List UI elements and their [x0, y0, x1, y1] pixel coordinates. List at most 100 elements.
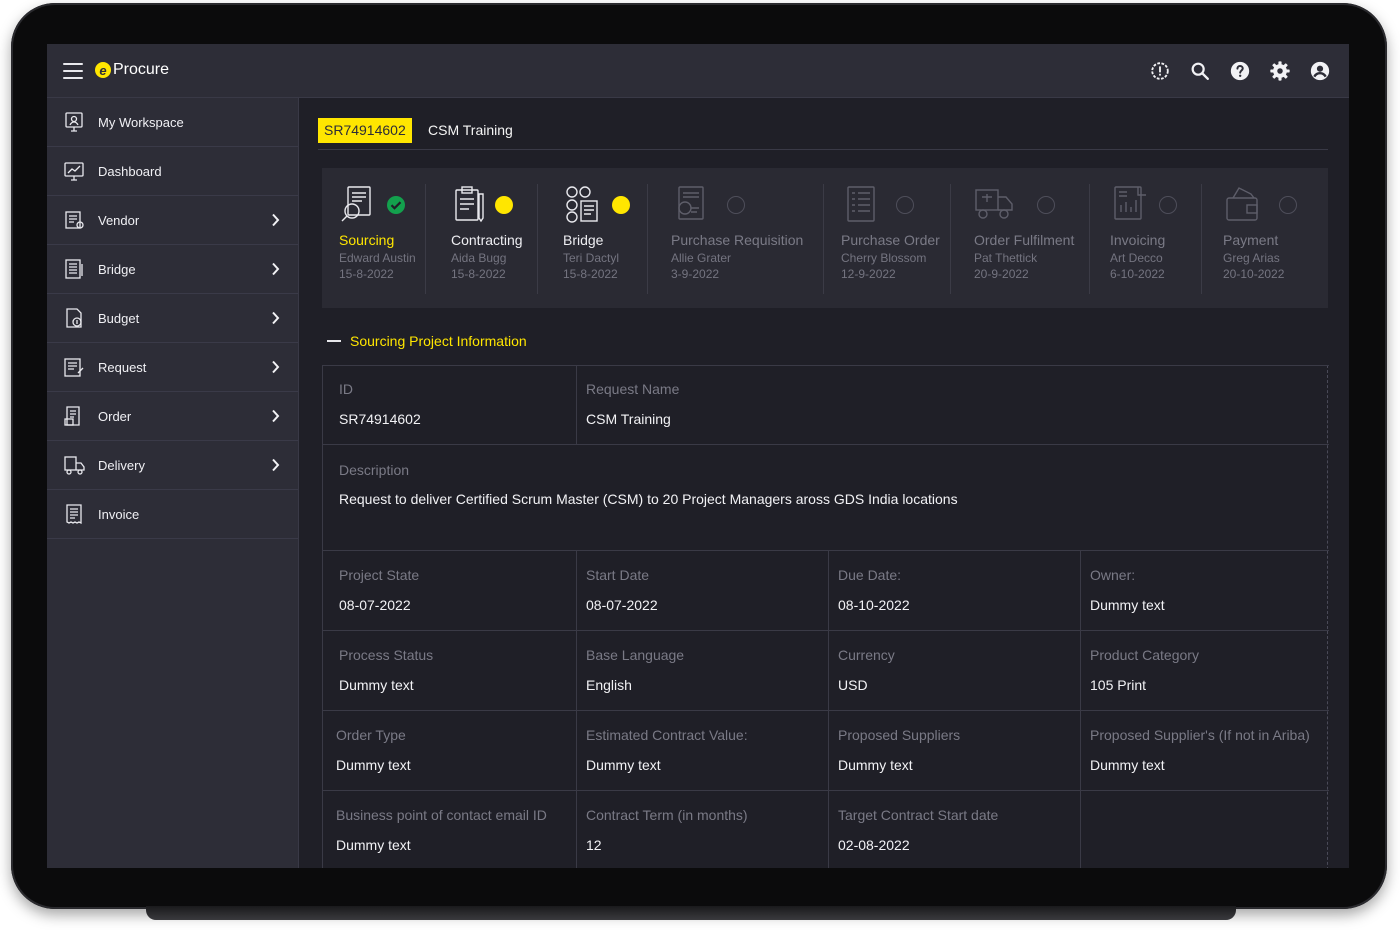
workflow-step-invoicing[interactable]: Invoicing Art Decco 6-10-2022: [1110, 184, 1201, 294]
grid-top-border: [323, 365, 1329, 366]
chevron-right-icon[interactable]: [271, 213, 280, 227]
workflow-step-contracting[interactable]: Contracting Aida Bugg 15-8-2022: [451, 184, 537, 294]
chevron-right-icon[interactable]: [271, 311, 280, 325]
sidebar-item-invoice[interactable]: Invoice: [47, 490, 298, 539]
sidebar-item-label: Delivery: [98, 457, 145, 473]
field-proposed-suppliers: Proposed Suppliers Dummy text: [828, 711, 1080, 791]
field-currency: Currency USD: [828, 631, 1080, 711]
chevron-right-icon[interactable]: [271, 262, 280, 276]
field-due-date: Due Date: 08-10-2022: [828, 551, 1080, 631]
field-label: Target Contract Start date: [838, 807, 999, 823]
step-name: Purchase Order: [841, 232, 940, 248]
request-id-badge: SR74914602: [318, 118, 412, 143]
field-value: SR74914602: [339, 411, 421, 427]
field-value: 02-08-2022: [838, 837, 910, 853]
workflow-step-bridge[interactable]: Bridge Teri Dactyl 15-8-2022: [563, 184, 647, 294]
field-value: Dummy text: [838, 757, 913, 773]
field-value: Request to deliver Certified Scrum Maste…: [339, 491, 958, 507]
sidebar-item-delivery[interactable]: Delivery: [47, 441, 298, 490]
sidebar-item-label: Budget: [98, 310, 140, 326]
app-logo[interactable]: e Procure: [95, 61, 169, 79]
invoice-icon: [66, 504, 82, 525]
sidebar-item-budget[interactable]: Budget: [47, 294, 298, 343]
field-value: Dummy text: [586, 757, 661, 773]
delivery-icon: [64, 456, 85, 475]
laptop-base: [146, 906, 1236, 920]
sidebar-item-dashboard[interactable]: Dashboard: [47, 147, 298, 196]
step-date: 3-9-2022: [671, 267, 720, 281]
field-base-language: Base Language English: [576, 631, 828, 711]
pending-status-icon: [896, 196, 914, 214]
step-person: Allie Grater: [671, 251, 732, 265]
pending-status-icon: [1037, 196, 1055, 214]
sidebar-item-bridge[interactable]: Bridge: [47, 245, 298, 294]
chevron-right-icon[interactable]: [271, 458, 280, 472]
step-name: Payment: [1223, 232, 1279, 248]
sidebar-item-vendor[interactable]: Vendor: [47, 196, 298, 245]
chevron-right-icon[interactable]: [271, 409, 280, 423]
field-label: Proposed Suppliers: [838, 727, 961, 743]
field-value: English: [586, 677, 632, 693]
step-person: Edward Austin: [339, 251, 416, 265]
field-est-contract-value: Estimated Contract Value: Dummy text: [576, 711, 828, 791]
step-person: Art Decco: [1110, 251, 1163, 265]
field-label: Proposed Supplier's (If not in Ariba): [1090, 727, 1310, 743]
app-name: Procure: [113, 61, 170, 78]
field-start-date: Start Date 08-07-2022: [576, 551, 828, 631]
field-label: Currency: [838, 647, 895, 663]
contracting-icon: [455, 186, 484, 223]
field-label: Request Name: [586, 381, 680, 397]
help-icon[interactable]: [1229, 60, 1251, 82]
sidebar-item-order[interactable]: Order: [47, 392, 298, 441]
request-icon: [64, 358, 84, 377]
alert-circle-icon[interactable]: [1149, 60, 1171, 82]
section-title: Sourcing Project Information: [350, 333, 527, 349]
bridge-icon: [65, 259, 83, 279]
search-icon[interactable]: [1189, 60, 1211, 82]
sourcing-icon: [341, 186, 371, 222]
field-id: ID SR74914602: [323, 365, 576, 445]
delivery-truck-icon: [975, 189, 1013, 219]
user-icon[interactable]: [1309, 60, 1331, 82]
settings-icon[interactable]: [1269, 60, 1291, 82]
step-person: Greg Arias: [1223, 251, 1280, 265]
budget-icon: [66, 308, 82, 328]
project-info-grid: ID SR74914602 Request Name CSM Training Desc…: [322, 365, 1329, 868]
field-project-state: Project State 08-07-2022: [323, 551, 576, 631]
collapse-icon: [327, 340, 341, 342]
field-label: Owner:: [1090, 567, 1136, 583]
workflow-step-purchase-requisition[interactable]: Purchase Requisition Allie Grater 3-9-2022: [671, 184, 823, 294]
sidebar-item-request[interactable]: Request: [47, 343, 298, 392]
step-divider: [1201, 184, 1202, 294]
sidebar-item-label: Dashboard: [98, 163, 162, 179]
menu-icon[interactable]: [63, 63, 83, 79]
sidebar-item-my-workspace[interactable]: My Workspace: [47, 98, 298, 147]
in-progress-status-icon: [612, 196, 630, 214]
logo-mark: e: [95, 62, 111, 78]
in-progress-status-icon: [495, 196, 513, 214]
step-name: Sourcing: [339, 232, 395, 248]
field-value: 105 Print: [1090, 677, 1147, 693]
step-name: Bridge: [563, 232, 604, 248]
workflow-step-payment[interactable]: Payment Greg Arias 20-10-2022: [1223, 184, 1322, 294]
field-process-status: Process Status Dummy text: [323, 631, 576, 711]
section-toggle[interactable]: Sourcing Project Information: [327, 333, 527, 349]
chevron-right-icon[interactable]: [271, 360, 280, 374]
step-person: Pat Thettick: [974, 251, 1038, 265]
field-description: Description Request to deliver Certified …: [323, 445, 1329, 551]
dashboard-icon: [64, 162, 84, 181]
workflow-step-sourcing[interactable]: Sourcing Edward Austin 15-8-2022: [339, 184, 425, 294]
workflow-step-purchase-order[interactable]: Purchase Order Cherry Blossom 12-9-2022: [841, 184, 950, 294]
empty-cell: [1080, 791, 1329, 868]
field-proposed-supplier-not-ariba: Proposed Supplier's (If not in Ariba) Dum…: [1080, 711, 1329, 791]
workflow-step-order-fulfilment[interactable]: Order Fulfilment Pat Thettick 20-9-2022: [974, 184, 1089, 294]
app-screen: e Procure My Workspace Dashboard Vendor Bri…: [47, 44, 1349, 868]
step-name: Order Fulfilment: [974, 232, 1075, 248]
field-label: Order Type: [336, 727, 406, 743]
field-request-name: Request Name CSM Training: [576, 365, 1329, 445]
field-value: USD: [838, 677, 868, 693]
step-name: Contracting: [451, 232, 523, 248]
grid-divider: [576, 365, 577, 445]
workspace-icon: [65, 112, 83, 132]
field-target-start: Target Contract Start date 02-08-2022: [828, 791, 1080, 868]
